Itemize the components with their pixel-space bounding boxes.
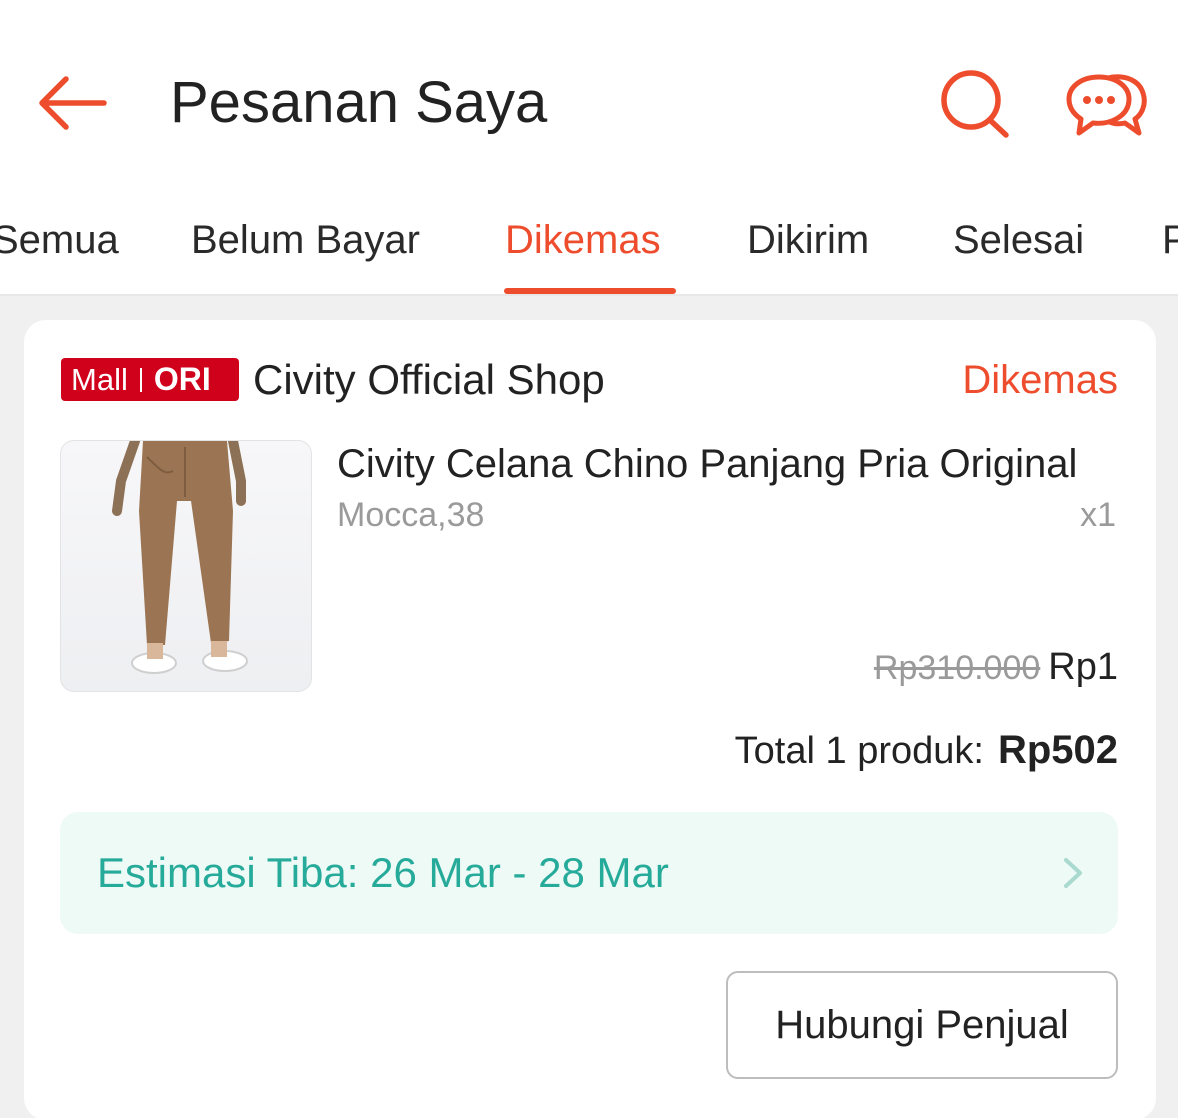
mall-badge-label: Mall: [71, 362, 128, 397]
order-card[interactable]: Mall ORI Civity Official Shop Dikemas Ci…: [24, 320, 1156, 1120]
shop-name[interactable]: Civity Official Shop: [253, 354, 605, 406]
badge-divider: [139, 367, 142, 392]
order-total: Total 1 produk: Rp502: [735, 724, 1118, 777]
mall-ori-badge: Mall ORI: [61, 358, 239, 401]
price-row: Rp310.000 Rp1: [874, 644, 1118, 691]
order-list: Mall ORI Civity Official Shop Dikemas Ci…: [0, 296, 1178, 1120]
chat-button[interactable]: [1064, 70, 1150, 140]
product-variant: Mocca,38: [337, 496, 485, 534]
estimated-arrival-text: Estimasi Tiba: 26 Mar - 28 Mar: [97, 849, 669, 896]
current-price: Rp1: [1048, 646, 1118, 688]
chino-pants-illustration: [112, 441, 248, 674]
estimated-arrival-bar[interactable]: Estimasi Tiba: 26 Mar - 28 Mar: [60, 812, 1118, 934]
order-status-label: Dikemas: [962, 358, 1118, 402]
total-value: Rp502: [997, 728, 1118, 772]
page-title: Pesanan Saya: [170, 70, 548, 135]
ori-badge-label: ORI: [153, 361, 211, 397]
chat-icon: [1066, 74, 1147, 136]
tab-belum-bayar[interactable]: Belum Bayar: [191, 214, 420, 266]
tab-dikemas[interactable]: Dikemas: [505, 214, 661, 266]
order-status-tabs: Semua Belum Bayar Dikemas Dikirim Selesa…: [0, 190, 1178, 296]
product-name[interactable]: Civity Celana Chino Panjang Pria Origina…: [337, 438, 1117, 490]
product-image[interactable]: [60, 440, 312, 692]
back-button[interactable]: [36, 70, 108, 136]
tab-semua[interactable]: Semua: [0, 214, 119, 266]
tab-next-partial[interactable]: P: [1162, 214, 1178, 266]
total-label: Total 1 produk:: [734, 730, 984, 772]
app-header: Pesanan Saya: [0, 0, 1178, 190]
contact-seller-button[interactable]: Hubungi Penjual: [726, 971, 1118, 1079]
product-quantity: x1: [1080, 496, 1116, 534]
chevron-right-icon: [1064, 858, 1082, 888]
search-icon: [941, 70, 1009, 138]
active-tab-indicator: [504, 288, 676, 294]
tab-dikirim[interactable]: Dikirim: [747, 214, 869, 266]
tab-selesai[interactable]: Selesai: [953, 214, 1084, 266]
search-button[interactable]: [936, 66, 1016, 142]
back-arrow-icon: [39, 76, 107, 130]
original-price: Rp310.000: [873, 649, 1041, 687]
